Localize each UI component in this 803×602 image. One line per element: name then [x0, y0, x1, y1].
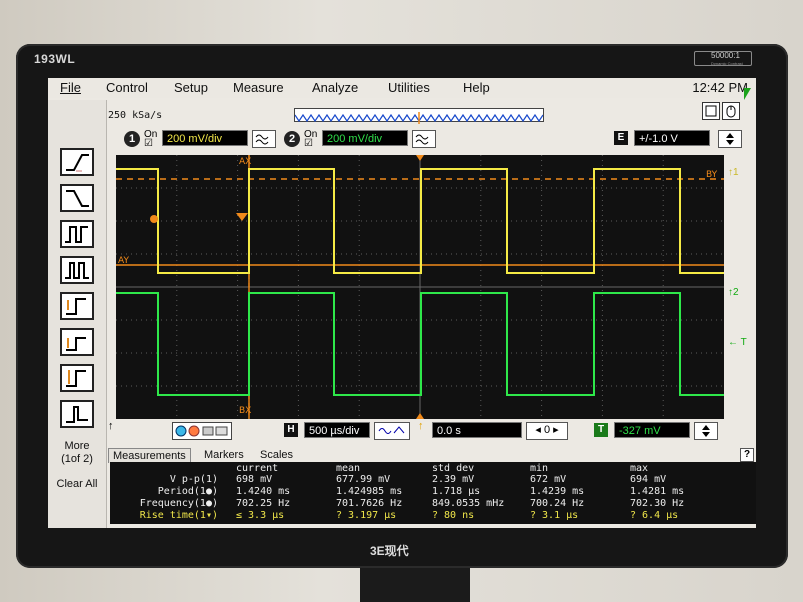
- offset-stepper-icon[interactable]: [718, 130, 742, 148]
- timebase-controls: ↑ H 500 µs/div ↑ 0.0 s ◂ 0 ▸ T -327 mV: [108, 420, 756, 446]
- sample-rate: 250 kSa/s: [108, 110, 163, 121]
- tab-markers[interactable]: Markers: [200, 448, 248, 462]
- trigger-position-icon: [416, 155, 424, 161]
- channel-1-control: 1 On ☑ 200 mV/div: [124, 130, 284, 149]
- channel-2-trace: [116, 292, 724, 396]
- measurement-row[interactable]: V p-p(1) 698 mV 677.99 mV 2.39 mV 672 mV…: [110, 474, 756, 486]
- pattern-trigger-icon[interactable]: [60, 256, 94, 284]
- horizontal-key: H: [284, 423, 298, 437]
- tab-scales[interactable]: Scales: [256, 448, 297, 462]
- col-current: current: [236, 463, 279, 474]
- rising-edge-icon[interactable]: [60, 148, 94, 176]
- marker-ay-label: AY: [118, 256, 129, 266]
- offset-key: E: [614, 131, 628, 145]
- trigger-key: T: [594, 423, 608, 437]
- offset-control: E +/-1.0 V: [614, 130, 754, 148]
- help-icon[interactable]: ?: [740, 448, 754, 462]
- col-std-dev: std dev: [432, 463, 475, 474]
- marker-ax-label: AX: [239, 157, 251, 167]
- offset-value[interactable]: +/-1.0 V: [634, 130, 710, 146]
- delay-arrow-icon: ↑: [418, 420, 424, 432]
- measurement-row[interactable]: Frequency(1●) 702.25 Hz 701.7626 Hz 849.…: [110, 498, 756, 510]
- menu-utilities[interactable]: Utilities: [388, 80, 430, 95]
- more-button[interactable]: More (1of 2): [54, 440, 100, 466]
- channel-2-scale[interactable]: 200 mV/div: [322, 130, 408, 146]
- pulse-width-icon[interactable]: [60, 220, 94, 248]
- waveform-svg: AX BX AY BY: [116, 155, 724, 419]
- trigger-level[interactable]: -327 mV: [614, 422, 690, 438]
- ch2-level-marker[interactable]: ↑2: [728, 287, 739, 298]
- marker-handle-icon: [150, 215, 158, 223]
- contrast-badge: 50000:1 Dynamic Contrast: [694, 51, 752, 66]
- menu-help[interactable]: Help: [463, 80, 490, 95]
- trigger-level-stepper-icon[interactable]: [694, 422, 718, 440]
- col-min: min: [530, 463, 549, 474]
- delay-nav[interactable]: ◂ 0 ▸: [526, 422, 568, 440]
- run-arrow-icon[interactable]: ↑: [108, 420, 114, 432]
- measurement-row[interactable]: Rise time(1▾) ≤ 3.3 µs ? 3.197 µs ? 80 n…: [110, 510, 756, 522]
- channel-1-trace: [116, 168, 724, 274]
- marker-handle-icon: [236, 213, 248, 221]
- channel-markers: ↑1 ↑2 ← T: [724, 155, 756, 419]
- ch1-level-marker[interactable]: ↑1: [728, 167, 739, 178]
- setup-hold-icon[interactable]: [60, 364, 94, 392]
- runt-trigger-icon[interactable]: [60, 328, 94, 356]
- measurement-row[interactable]: Period(1●) 1.4240 ms 1.424985 ms 1.718 µ…: [110, 486, 756, 498]
- waveform-display[interactable]: AX BX AY BY: [116, 155, 724, 419]
- menu-analyze[interactable]: Analyze: [312, 80, 358, 95]
- trigger-toolbar: More (1of 2) Clear All: [48, 100, 107, 528]
- monitor-logo: 3E现代: [370, 544, 409, 558]
- col-max: max: [630, 463, 649, 474]
- window-layout-icon[interactable]: [702, 102, 720, 120]
- channel-1-on-toggle[interactable]: On ☑: [144, 130, 157, 149]
- clock: 12:42 PM: [692, 80, 748, 95]
- channel-1-adjust-icon[interactable]: [252, 130, 276, 148]
- marker-by-label: BY: [706, 170, 718, 180]
- glitch-trigger-icon[interactable]: [60, 292, 94, 320]
- quick-action-icons[interactable]: [172, 422, 232, 440]
- menu-setup[interactable]: Setup: [174, 80, 208, 95]
- menu-control[interactable]: Control: [106, 80, 148, 95]
- falling-edge-icon[interactable]: [60, 184, 94, 212]
- channel-2-badge[interactable]: 2: [284, 131, 300, 147]
- menu-measure[interactable]: Measure: [233, 80, 284, 95]
- channel-2-control: 2 On ☑ 200 mV/div: [284, 130, 444, 149]
- col-mean: mean: [336, 463, 361, 474]
- menu-file[interactable]: File: [60, 80, 81, 95]
- scope-screen: File Control Setup Measure Analyze Utili…: [48, 78, 756, 528]
- channel-2-on-toggle[interactable]: On ☑: [304, 130, 317, 149]
- time-scale[interactable]: 500 µs/div: [304, 422, 370, 438]
- top-controls: 250 kSa/s 1 On ☑ 200 mV/div 2 On ☑ 200 mV/…: [108, 100, 756, 160]
- channel-1-badge[interactable]: 1: [124, 131, 140, 147]
- monitor-model-label: 193WL: [34, 52, 76, 66]
- mouse-icon[interactable]: [722, 102, 740, 120]
- menu-bar: File Control Setup Measure Analyze Utili…: [48, 78, 756, 98]
- mouse-cursor-icon: [744, 88, 751, 100]
- channel-1-scale[interactable]: 200 mV/div: [162, 130, 248, 146]
- timeout-trigger-icon[interactable]: [60, 400, 94, 428]
- marker-bx-label: BX: [239, 406, 251, 416]
- channel-2-adjust-icon[interactable]: [412, 130, 436, 148]
- measurement-tabs: Measurements Markers Scales: [108, 448, 756, 463]
- time-scale-adjust-icon[interactable]: [374, 422, 410, 440]
- trigger-position-icon: [416, 413, 424, 419]
- time-delay[interactable]: 0.0 s: [432, 422, 522, 438]
- waveform-overview[interactable]: [294, 108, 544, 124]
- tab-measurements[interactable]: Measurements: [108, 448, 191, 463]
- measurements-panel: ? current mean std dev min max V p-p(1) …: [110, 448, 756, 524]
- clear-all-button[interactable]: Clear All: [54, 478, 100, 491]
- trigger-level-marker[interactable]: ← T: [728, 337, 747, 348]
